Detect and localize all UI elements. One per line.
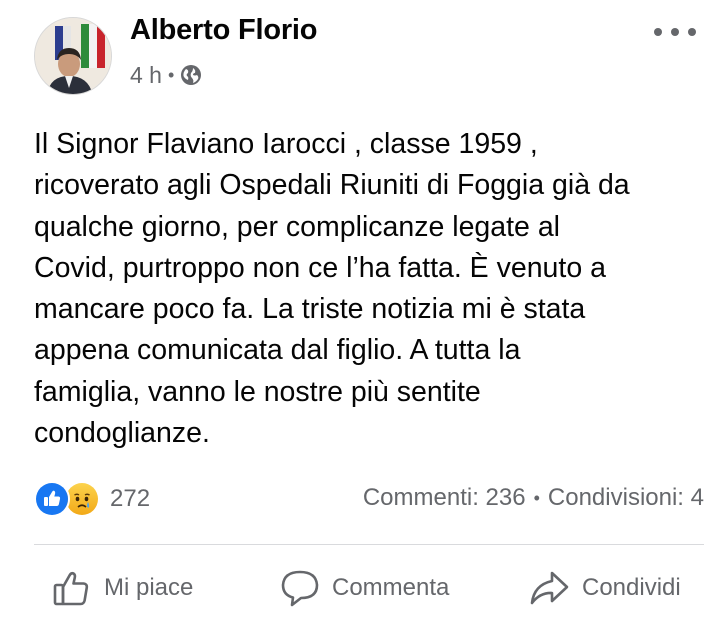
share-button-label: Condividi <box>582 574 681 601</box>
post-text: Il Signor Flaviano Iarocci , classe 1959… <box>34 124 714 454</box>
share-icon <box>528 568 570 608</box>
avatar-photo <box>35 18 111 94</box>
post-text-line: qualche giorno, per complicanze legate a… <box>34 210 560 243</box>
shares-count[interactable]: Condivisioni: 4 <box>548 484 704 512</box>
more-options-icon[interactable] <box>654 20 696 44</box>
like-button[interactable]: Mi piace <box>52 566 193 610</box>
author-avatar[interactable] <box>34 17 112 95</box>
stats-separator: • <box>533 487 540 508</box>
comment-button[interactable]: Commenta <box>280 566 449 610</box>
globe-icon[interactable] <box>180 64 202 86</box>
post-meta: 4 h • <box>130 60 202 90</box>
post-text-line: condoglianze. <box>34 417 210 450</box>
reaction-count: 272 <box>110 485 151 512</box>
more-dot <box>688 28 696 36</box>
reactions-summary[interactable]: 272 <box>34 481 150 517</box>
like-reaction-icon <box>34 481 70 517</box>
post-text-line: mancare poco fa. La triste notizia mi è … <box>34 293 586 326</box>
like-button-label: Mi piace <box>104 574 194 601</box>
post-stats: Commenti: 236 • Condivisioni: 4 <box>363 484 704 512</box>
meta-separator: • <box>167 64 175 85</box>
thumbs-up-icon <box>52 568 92 608</box>
post-text-line: famiglia, vanno le nostre più sentite <box>34 375 481 408</box>
author-name[interactable]: Alberto Florio <box>130 14 318 47</box>
post-text-line: appena comunicata dal figlio. A tutta la <box>34 334 521 367</box>
post-text-line: ricoverato agli Ospedali Riuniti di Fogg… <box>34 169 630 202</box>
comment-icon <box>280 568 320 608</box>
post-time[interactable]: 4 h <box>130 62 162 89</box>
post-text-line: Covid, purtroppo non ce l’ha fatta. È ve… <box>34 251 606 284</box>
comments-count[interactable]: Commenti: 236 <box>363 484 526 512</box>
post-text-line: Il Signor Flaviano Iarocci , classe 1959… <box>34 128 538 160</box>
more-dot <box>654 28 662 36</box>
comment-button-label: Commenta <box>332 574 450 601</box>
more-dot <box>671 28 679 36</box>
facebook-post: Alberto Florio 4 h • Il Signor Flaviano … <box>0 0 720 630</box>
actions-divider <box>34 544 704 545</box>
share-button[interactable]: Condividi <box>528 566 681 610</box>
